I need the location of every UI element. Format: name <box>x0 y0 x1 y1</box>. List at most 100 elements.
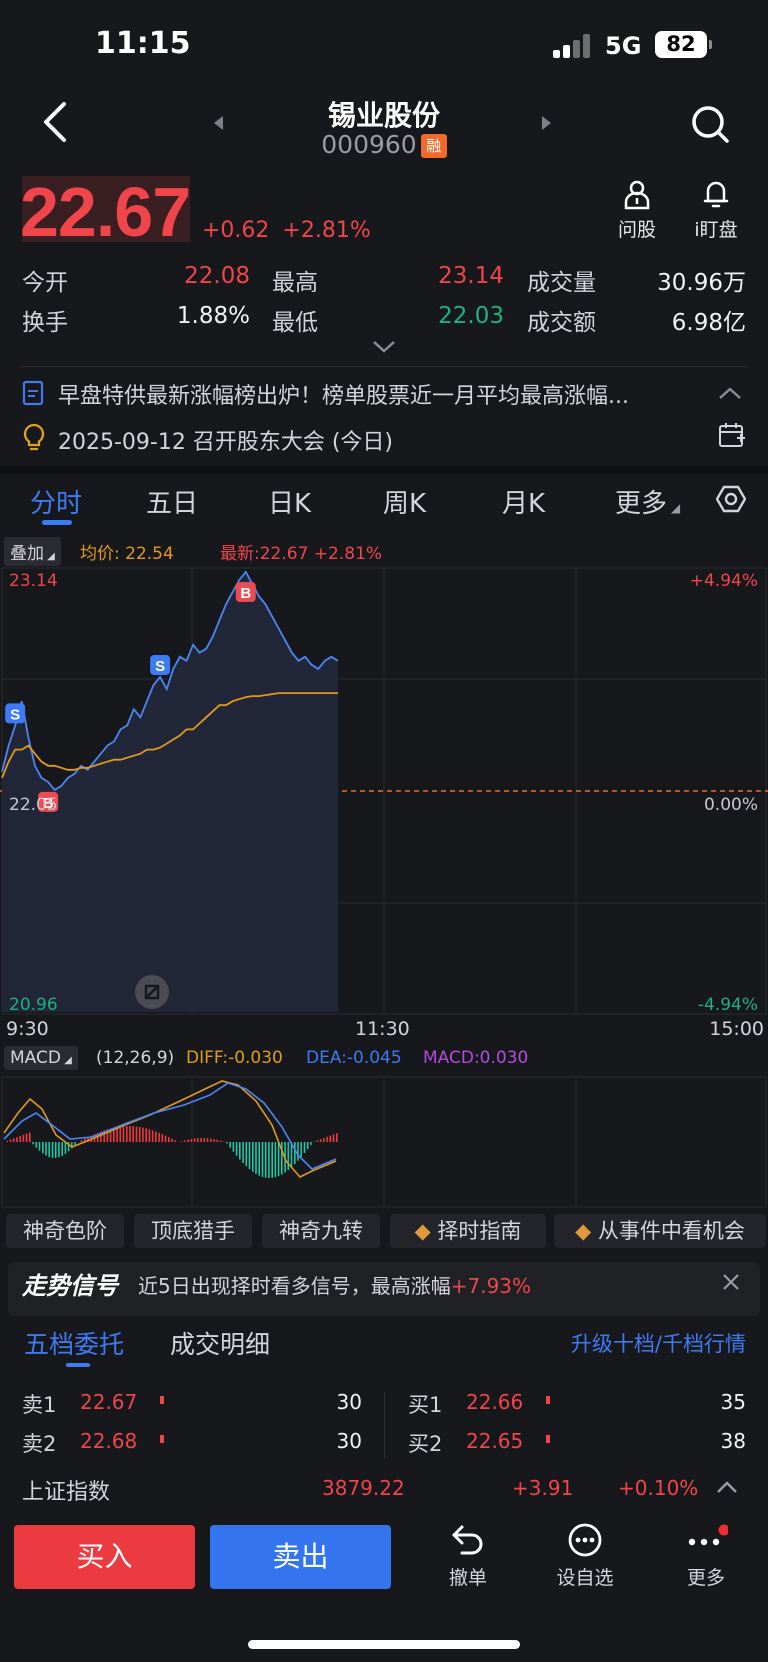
stock-name: 锡业股份 <box>327 99 440 132</box>
more-button[interactable]: 更多 <box>678 1522 734 1590</box>
tab-more-label: 更多 <box>615 489 668 519</box>
bid-2-marker <box>546 1435 550 1443</box>
search-icon[interactable] <box>690 104 730 144</box>
feature-chip-color-scale[interactable]: 神奇色阶 <box>6 1214 124 1248</box>
index-name[interactable]: 上证指数 <box>22 1474 110 1506</box>
stat-value-low: 22.03 <box>438 303 504 329</box>
settings-hexagon-icon[interactable] <box>716 484 746 514</box>
ask-stock-button[interactable]: 问股 <box>612 178 662 242</box>
cellular-signal-icon <box>553 34 593 58</box>
macd-selector[interactable]: MACD ◢ <box>4 1046 78 1070</box>
calendar-add-icon[interactable] <box>718 421 746 449</box>
watch-button[interactable]: i盯盘 <box>686 178 746 242</box>
feature-chip-events[interactable]: ◆ 从事件中看机会 <box>554 1214 766 1248</box>
event-notice[interactable]: 2025-09-12 召开股东大会 (今日) <box>58 424 393 456</box>
change-value: +0.62 <box>202 218 270 243</box>
stat-value-volume: 30.96万 <box>657 270 746 296</box>
upgrade-depth-link[interactable]: 升级十档/千档行情 <box>571 1328 746 1358</box>
feature-chip-top-bottom[interactable]: 顶底猎手 <box>134 1214 252 1248</box>
close-icon[interactable] <box>722 1273 740 1291</box>
add-watchlist-button[interactable]: 设自选 <box>552 1522 618 1590</box>
sell-button[interactable]: 卖出 <box>210 1525 391 1589</box>
ask-1-price[interactable]: 22.67 <box>80 1390 137 1414</box>
signal-text-row: 近5日出现择时看多信号，最高涨幅+7.93% <box>138 1270 531 1299</box>
draw-tool-button[interactable] <box>135 975 169 1009</box>
buy-signal-marker: B <box>235 582 256 602</box>
stat-value-amount: 6.98亿 <box>671 310 746 336</box>
stat-label-open: 今开 <box>22 270 68 296</box>
tab-intraday[interactable]: 分时 <box>30 483 82 520</box>
feature-chip-timing-guide[interactable]: ◆ 择时指南 <box>390 1214 546 1248</box>
index-change: +3.91 <box>512 1476 574 1500</box>
stock-code: 000960 <box>321 130 417 159</box>
person-icon <box>624 180 650 210</box>
signal-title: 走势信号 <box>22 1272 118 1300</box>
bid-1-qty: 35 <box>720 1390 746 1414</box>
orderbook-tab-underline <box>66 1363 90 1367</box>
undo-icon <box>452 1525 483 1555</box>
intraday-chart[interactable]: SBSB <box>0 566 768 1016</box>
divider <box>20 366 748 367</box>
signal-marker-label: S <box>10 706 20 723</box>
sell-signal-marker: S <box>5 703 26 724</box>
document-icon <box>22 380 44 406</box>
signal-pct: +7.93% <box>450 1274 532 1298</box>
bid-2-price[interactable]: 22.65 <box>466 1429 523 1453</box>
diamond-icon: ◆ <box>414 1219 438 1243</box>
current-price: 22.67 <box>20 173 191 251</box>
sell-signal-marker: S <box>150 654 171 675</box>
ask-2-label: 卖2 <box>22 1432 57 1456</box>
macd-dea-line <box>3 1082 337 1170</box>
home-indicator <box>248 1640 520 1649</box>
tab-monthly-k[interactable]: 月K <box>502 483 545 520</box>
stat-label-turnover: 换手 <box>22 310 68 336</box>
status-time: 11:15 <box>95 26 191 61</box>
tab-five-day[interactable]: 五日 <box>146 483 198 520</box>
y-axis-pct-mid: 0.00% <box>703 795 758 815</box>
ask-stock-label: 问股 <box>617 219 656 241</box>
macd-label: MACD <box>10 1048 61 1068</box>
ticker-expand-icon[interactable] <box>716 1480 738 1494</box>
x-axis-close: 15:00 <box>709 1018 764 1040</box>
y-axis-mid: 22.05 <box>9 795 58 815</box>
tab-daily-k[interactable]: 日K <box>268 483 311 520</box>
bid-1-price[interactable]: 22.66 <box>466 1390 523 1414</box>
macd-chart[interactable] <box>0 1075 768 1209</box>
signal-text: 近5日出现择时看多信号，最高涨幅 <box>138 1274 451 1298</box>
collapse-chevron-icon[interactable] <box>718 386 742 400</box>
buy-button[interactable]: 买入 <box>14 1525 195 1589</box>
overlay-label: 叠加 <box>10 544 44 564</box>
stat-label-amount: 成交额 <box>527 310 596 336</box>
tab-weekly-k[interactable]: 周K <box>383 483 426 520</box>
ask-1-marker <box>160 1396 164 1404</box>
feature-chip-nine-turn[interactable]: 神奇九转 <box>262 1214 380 1248</box>
watch-label: i盯盘 <box>694 219 738 241</box>
network-type: 5G <box>605 32 642 60</box>
macd-params: (12,26,9) <box>96 1048 175 1068</box>
avg-price-legend: 均价: 22.54 <box>80 544 174 564</box>
news-headline[interactable]: 早盘特供最新涨幅榜出炉！榜单股票近一月平均最高涨幅... <box>58 378 668 410</box>
stat-label-high: 最高 <box>272 270 318 296</box>
x-axis-mid: 11:30 <box>355 1018 410 1040</box>
tab-order-book[interactable]: 五档委托 <box>24 1325 124 1361</box>
expand-chevron-icon[interactable] <box>372 340 396 354</box>
more-circle-icon <box>568 1523 602 1557</box>
stat-value-high: 23.14 <box>438 263 504 289</box>
cancel-order-button[interactable]: 撤单 <box>438 1522 498 1590</box>
pencil-icon <box>144 984 160 1000</box>
x-axis-open: 9:30 <box>6 1018 49 1040</box>
stat-label-volume: 成交量 <box>527 270 596 296</box>
change-pct: +2.81% <box>282 218 371 243</box>
ask-2-price[interactable]: 22.68 <box>80 1429 137 1453</box>
feature-chip-events-label: 从事件中看机会 <box>597 1219 745 1243</box>
tab-more[interactable]: 更多 ◢ <box>615 483 680 520</box>
margin-badge: 融 <box>420 134 447 158</box>
macd-value: MACD:0.030 <box>423 1048 529 1068</box>
tab-trade-details[interactable]: 成交明细 <box>170 1325 270 1361</box>
y-axis-low: 20.96 <box>9 995 58 1015</box>
overlay-button[interactable]: 叠加 ◢ <box>4 537 61 566</box>
macd-dea: DEA:-0.045 <box>306 1048 402 1068</box>
y-axis-pct-low: -4.94% <box>697 995 758 1015</box>
index-pct: +0.10% <box>618 1476 699 1500</box>
bid-2-qty: 38 <box>720 1429 746 1453</box>
